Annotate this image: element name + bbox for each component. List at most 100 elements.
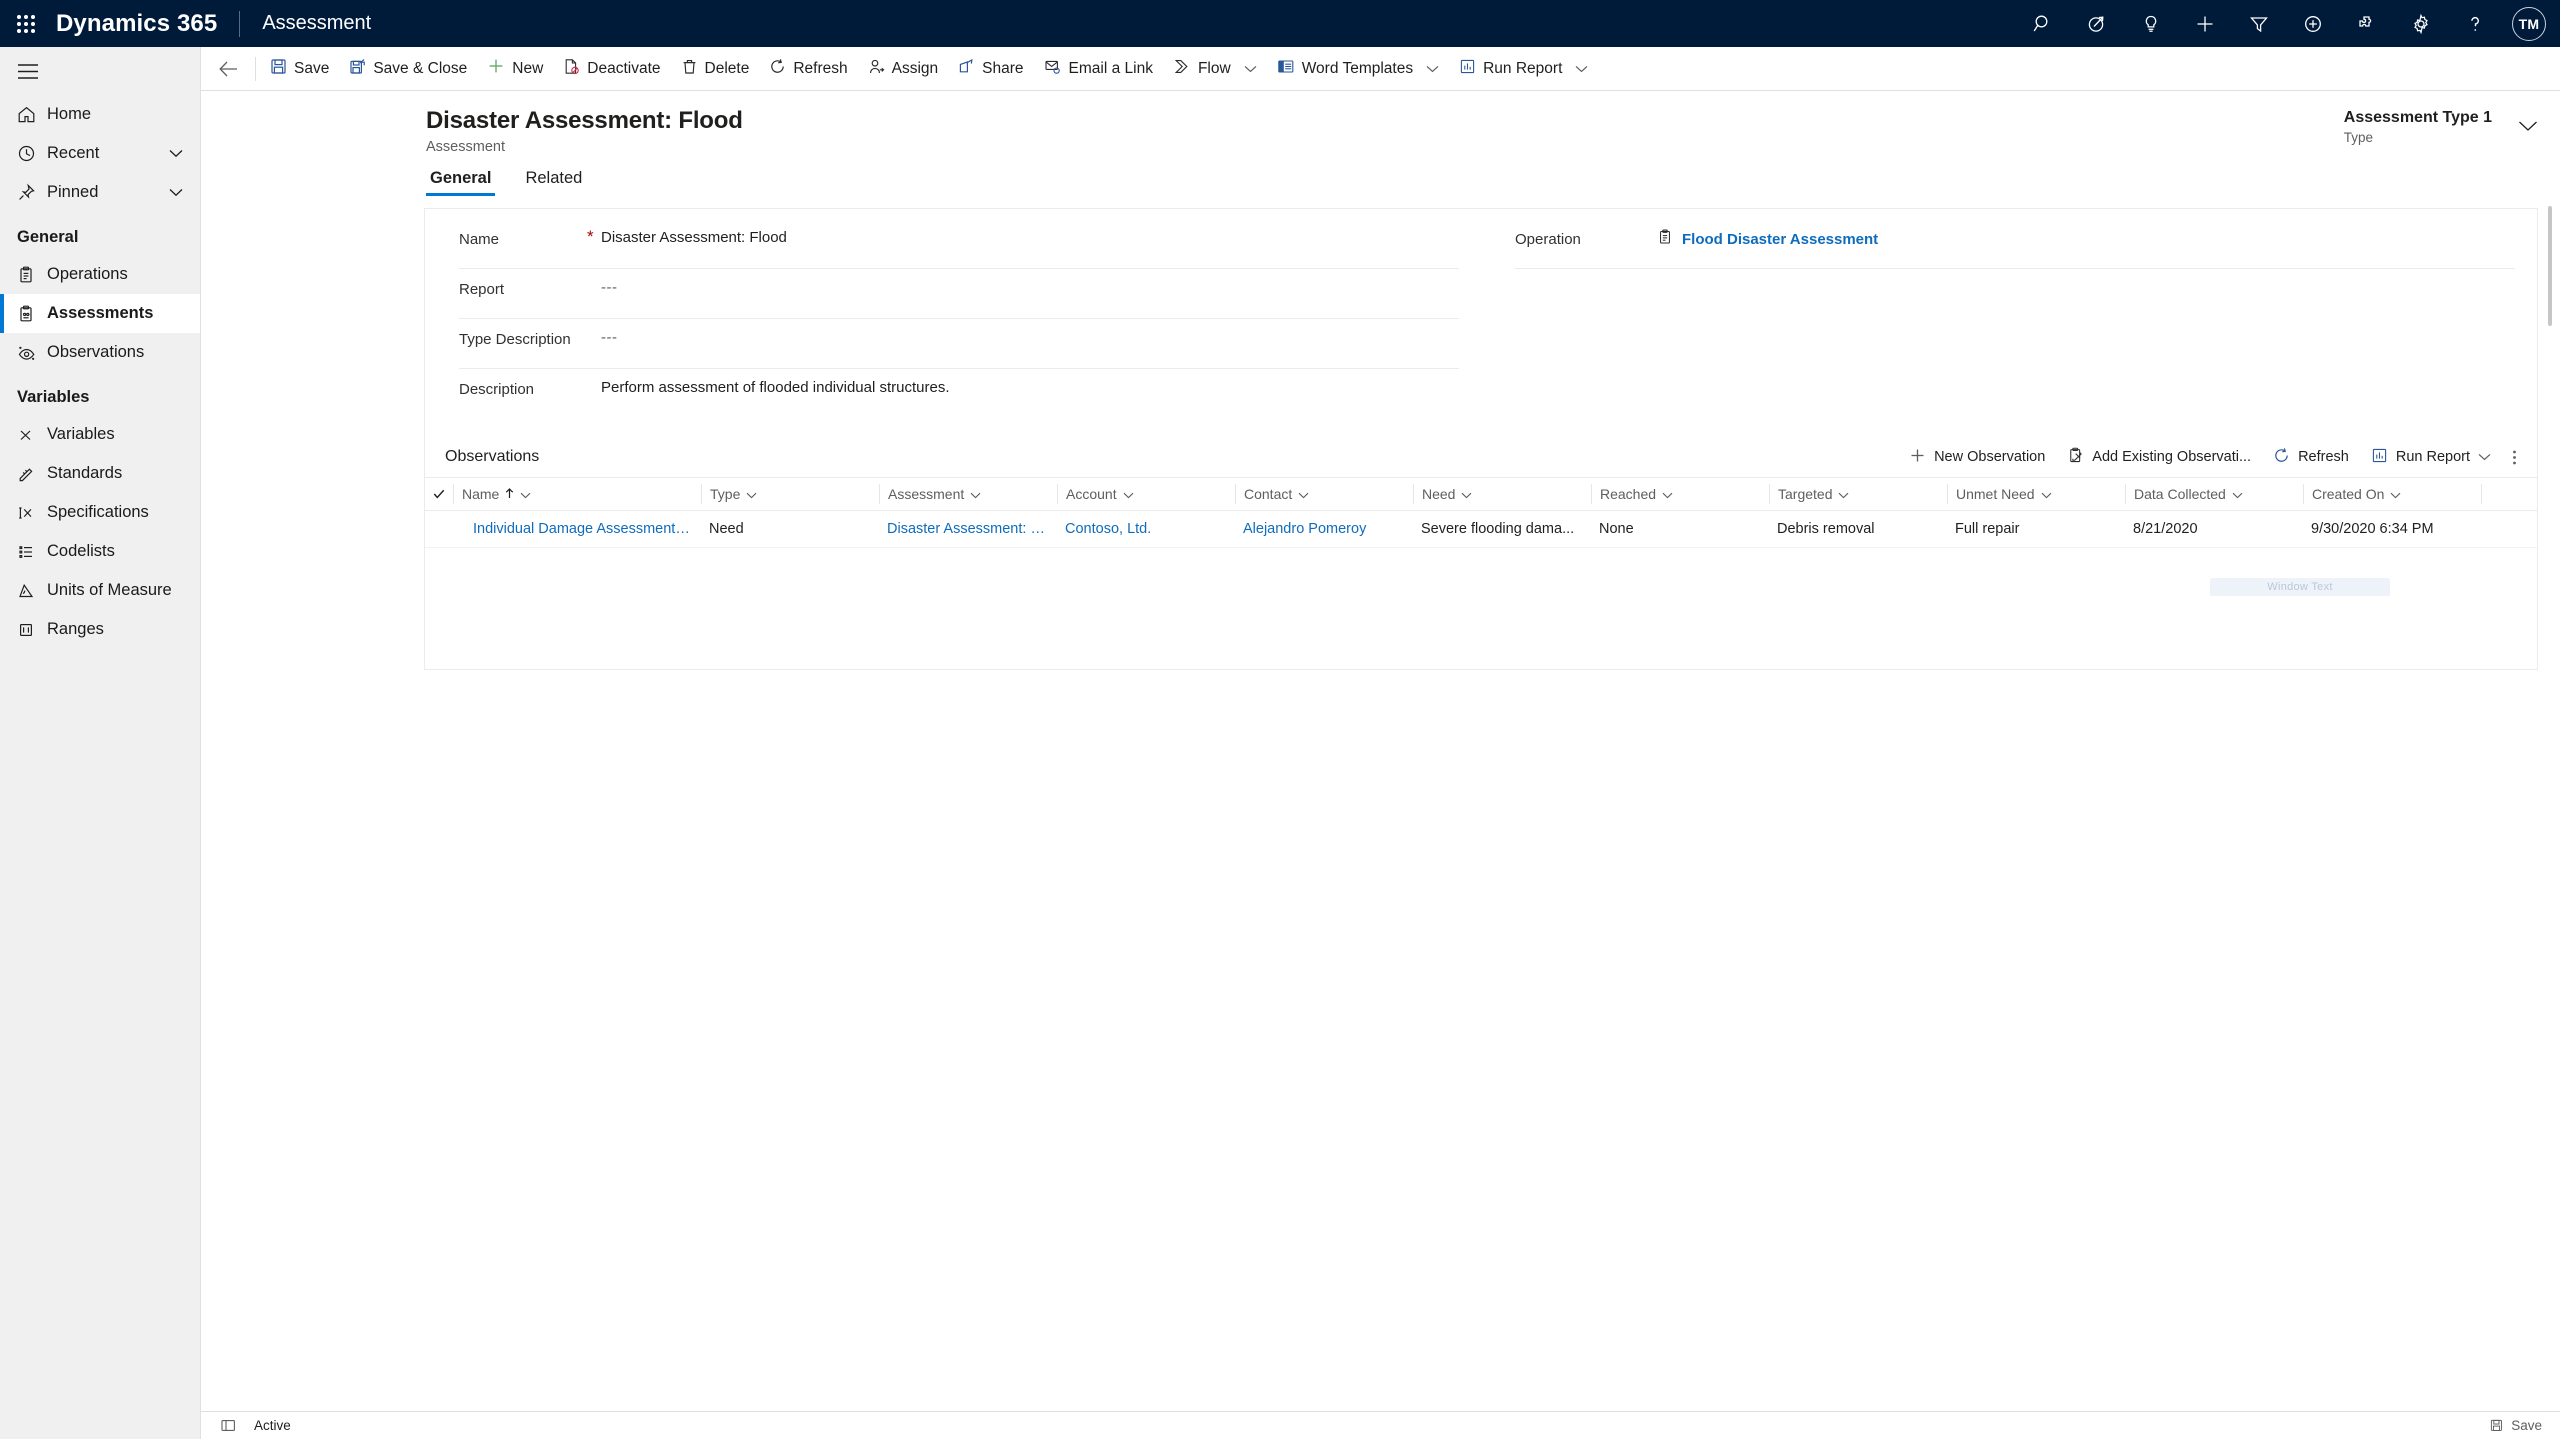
chevron-down-icon[interactable] xyxy=(2041,486,2052,502)
new-observation-button[interactable]: New Observation xyxy=(1898,440,2056,474)
field-value-input[interactable]: Disaster Assessment: Flood xyxy=(601,228,1459,246)
column-header-need[interactable]: Need xyxy=(1413,484,1591,504)
table-row[interactable]: Individual Damage Assessment - Home Need… xyxy=(425,511,2537,548)
operation-link[interactable]: Flood Disaster Assessment xyxy=(1682,231,1878,248)
assistant-icon[interactable] xyxy=(2070,0,2124,47)
deactivate-icon xyxy=(563,58,580,80)
delete-button[interactable]: Delete xyxy=(671,47,760,91)
save-button[interactable]: Save xyxy=(260,47,339,91)
status-bar-right[interactable]: Save xyxy=(2490,1418,2548,1433)
chevron-down-icon[interactable] xyxy=(746,486,757,502)
select-all-checkbox[interactable] xyxy=(425,484,453,504)
sidebar-item-ranges[interactable]: Ranges xyxy=(0,610,200,649)
chevron-down-icon[interactable] xyxy=(169,149,200,158)
chevron-down-icon[interactable] xyxy=(1426,65,1439,73)
column-header-data-collected[interactable]: Data Collected xyxy=(2125,484,2303,504)
word-templates-button[interactable]: Word Templates xyxy=(1267,47,1449,91)
chevron-down-icon[interactable] xyxy=(1662,486,1673,502)
chevron-down-icon[interactable] xyxy=(1244,65,1257,73)
column-header-account[interactable]: Account xyxy=(1057,484,1235,504)
help-icon[interactable] xyxy=(2448,0,2502,47)
deactivate-button[interactable]: Deactivate xyxy=(553,47,670,91)
chevron-down-icon[interactable] xyxy=(169,188,200,197)
column-header-name[interactable]: Name xyxy=(453,484,701,504)
sidebar-item-home[interactable]: Home xyxy=(0,95,200,134)
header-field-type[interactable]: Assessment Type 1 Type xyxy=(2344,109,2518,145)
sidebar-item-variables[interactable]: Variables xyxy=(0,415,200,454)
brand-label[interactable]: Dynamics 365 xyxy=(52,10,239,38)
sidebar-item-units-of-measure[interactable]: Units of Measure xyxy=(0,571,200,610)
assign-button[interactable]: Assign xyxy=(858,47,949,91)
refresh-button[interactable]: Refresh xyxy=(759,47,857,91)
chevron-down-icon[interactable] xyxy=(1123,486,1134,502)
chevron-down-icon[interactable] xyxy=(2232,486,2243,502)
share-icon xyxy=(958,58,975,80)
column-header-unmet-need[interactable]: Unmet Need xyxy=(1947,484,2125,504)
chevron-down-icon[interactable] xyxy=(2390,486,2401,502)
column-header-assessment[interactable]: Assessment xyxy=(879,484,1057,504)
field-value-input[interactable]: Perform assessment of flooded individual… xyxy=(601,378,1459,396)
gear-icon[interactable] xyxy=(2394,0,2448,47)
cell-contact[interactable]: Alejandro Pomeroy xyxy=(1235,521,1413,537)
chevron-down-icon[interactable] xyxy=(1298,486,1309,502)
chevron-down-icon[interactable] xyxy=(1461,486,1472,502)
email-a-link-button[interactable]: Email a Link xyxy=(1034,47,1163,91)
sidebar-item-assessments[interactable]: Assessments xyxy=(0,294,200,333)
popout-icon[interactable] xyxy=(221,1419,236,1432)
app-launcher-icon[interactable] xyxy=(0,0,52,47)
add-existing-observation-button[interactable]: Add Existing Observati... xyxy=(2056,440,2262,474)
save-and-close-button[interactable]: Save & Close xyxy=(339,47,477,91)
field-value-input[interactable]: --- xyxy=(601,278,1459,296)
cell-data-collected: 8/21/2020 xyxy=(2133,521,2198,537)
site-map-toggle-icon[interactable] xyxy=(0,47,200,95)
avatar[interactable]: TM xyxy=(2512,6,2546,41)
home-icon xyxy=(17,105,47,124)
column-header-contact[interactable]: Contact xyxy=(1235,484,1413,504)
add-circle-icon[interactable] xyxy=(2286,0,2340,47)
sidebar-item-standards[interactable]: Standards xyxy=(0,454,200,493)
sidebar-item-observations[interactable]: Observations xyxy=(0,333,200,372)
insights-icon[interactable] xyxy=(2124,0,2178,47)
sidebar-item-codelists[interactable]: Codelists xyxy=(0,532,200,571)
tab-general[interactable]: General xyxy=(426,169,496,196)
share-button[interactable]: Share xyxy=(948,47,1033,91)
chevron-down-icon[interactable] xyxy=(1575,65,1588,73)
field-value-input[interactable]: --- xyxy=(601,328,1459,346)
cell-assessment[interactable]: Disaster Assessment: Flood. xyxy=(879,521,1057,537)
new-button[interactable]: New xyxy=(477,47,553,91)
column-header-reached[interactable]: Reached xyxy=(1591,484,1769,504)
cell-name[interactable]: Individual Damage Assessment - Home xyxy=(453,521,701,537)
column-header-type[interactable]: Type xyxy=(701,484,879,504)
filter-icon[interactable] xyxy=(2232,0,2286,47)
save-status-label[interactable]: Save xyxy=(2511,1418,2542,1433)
overflow-menu-icon[interactable] xyxy=(2502,440,2527,474)
column-header-targeted[interactable]: Targeted xyxy=(1769,484,1947,504)
subgrid-refresh-button[interactable]: Refresh xyxy=(2262,440,2360,474)
sidebar-item-pinned[interactable]: Pinned xyxy=(0,173,200,212)
cell-account[interactable]: Contoso, Ltd. xyxy=(1057,521,1235,537)
run-report-button[interactable]: Run Report xyxy=(1449,47,1598,91)
app-name-label[interactable]: Assessment xyxy=(240,12,371,35)
vertical-scrollbar[interactable] xyxy=(2546,206,2554,1401)
search-icon[interactable] xyxy=(2016,0,2070,47)
quick-create-icon[interactable] xyxy=(2178,0,2232,47)
puzzle-icon[interactable] xyxy=(2340,0,2394,47)
scrollbar-thumb[interactable] xyxy=(2548,206,2552,326)
back-arrow-icon[interactable] xyxy=(207,47,251,91)
chevron-down-icon[interactable] xyxy=(2518,109,2538,137)
chevron-down-icon[interactable] xyxy=(520,486,531,502)
sidebar-item-recent[interactable]: Recent xyxy=(0,134,200,173)
sidebar-item-specifications[interactable]: Specifications xyxy=(0,493,200,532)
chevron-down-icon[interactable] xyxy=(970,486,981,502)
run-report-button-label: Run Report xyxy=(1483,59,1563,77)
subgrid-run-report-button[interactable]: Run Report xyxy=(2360,440,2502,474)
chevron-down-icon[interactable] xyxy=(2478,449,2491,465)
column-header-created-on[interactable]: Created On xyxy=(2303,484,2481,504)
status-bar-left: Active xyxy=(213,1418,291,1433)
flow-button[interactable]: Flow xyxy=(1163,47,1267,91)
field-label: Type Description xyxy=(459,331,571,348)
tab-related[interactable]: Related xyxy=(521,169,586,196)
record-header: Disaster Assessment: Flood Assessment As… xyxy=(201,91,2560,155)
sidebar-item-operations[interactable]: Operations xyxy=(0,255,200,294)
chevron-down-icon[interactable] xyxy=(1838,486,1849,502)
